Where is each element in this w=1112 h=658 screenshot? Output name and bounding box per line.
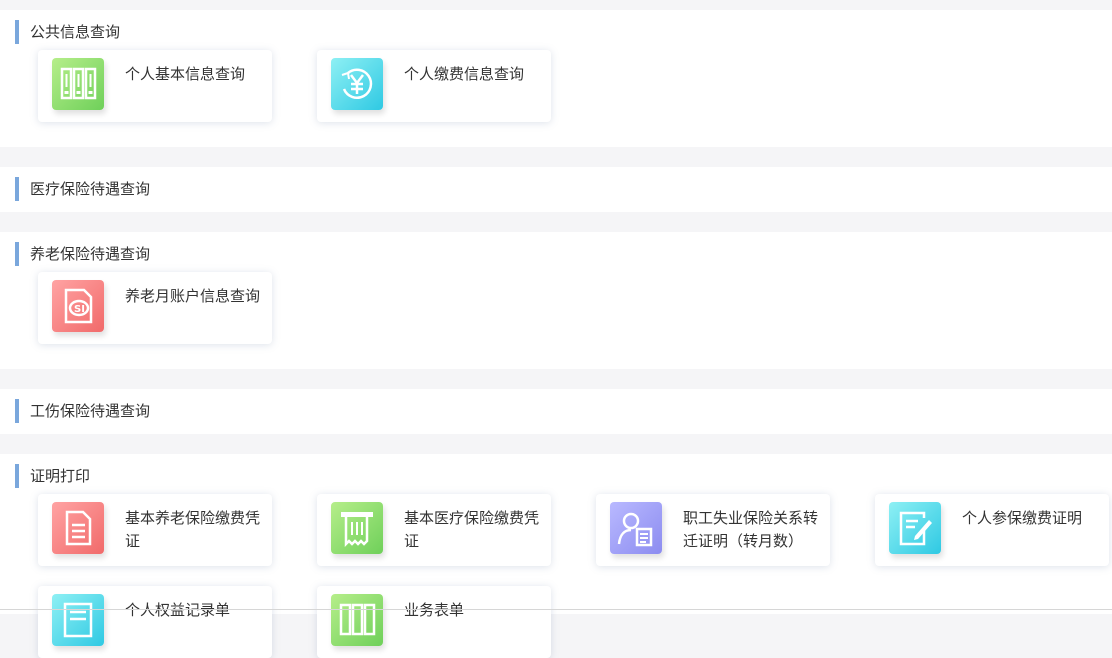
card-label: 个人权益记录单 — [125, 601, 231, 619]
card-label: 基本医疗保险缴费凭证 — [404, 509, 540, 550]
user-document-icon — [610, 502, 662, 554]
edit-icon — [889, 502, 941, 554]
card-unemployment-transfer-certificate[interactable]: 职工失业保险关系转迁证明（转月数） — [596, 494, 830, 566]
card-personal-basic-info[interactable]: 个人基本信息查询 — [38, 50, 272, 122]
record-icon — [52, 594, 104, 646]
receipt-icon — [331, 502, 383, 554]
card-label: 基本养老保险缴费凭证 — [125, 509, 261, 550]
section-certificate-print: 证明打印 基本养老保险缴费凭证 基本医疗保险缴费凭证 职工失业保险关系转迁证明（… — [0, 454, 1112, 658]
card-label: 职工失业保险关系转迁证明（转月数） — [683, 509, 819, 550]
si-document-icon: SI — [52, 280, 104, 332]
card-label: 养老月账户信息查询 — [125, 287, 261, 305]
card-medical-payment-voucher[interactable]: 基本医疗保险缴费凭证 — [317, 494, 551, 566]
card-pension-payment-voucher[interactable]: 基本养老保险缴费凭证 — [38, 494, 272, 566]
card-personal-rights-record[interactable]: 个人权益记录单 — [38, 586, 272, 658]
card-label: 个人基本信息查询 — [125, 65, 246, 83]
section-title-certificate-print: 证明打印 — [15, 464, 90, 488]
section-title-injury-benefits[interactable]: 工伤保险待遇查询 — [15, 399, 150, 423]
card-personal-insurance-certificate[interactable]: 个人参保缴费证明 — [875, 494, 1109, 566]
svg-text:SI: SI — [74, 304, 85, 315]
section-title-medical-benefits[interactable]: 医疗保险待遇查询 — [15, 177, 150, 201]
section-title-pension-benefits: 养老保险待遇查询 — [15, 242, 150, 266]
cabinet-icon — [52, 58, 104, 110]
card-personal-payment-info[interactable]: 个人缴费信息查询 — [317, 50, 551, 122]
card-label: 业务表单 — [404, 601, 465, 619]
section-pension-benefits: 养老保险待遇查询 SI 养老月账户信息查询 — [0, 232, 1112, 369]
card-label: 个人缴费信息查询 — [404, 65, 525, 83]
section-public-info: 公共信息查询 个人基本信息查询 个人缴费信息查询 — [0, 10, 1112, 147]
viewport-bottom-divider — [0, 609, 1112, 610]
form-icon — [331, 594, 383, 646]
card-pension-monthly-account[interactable]: SI 养老月账户信息查询 — [38, 272, 272, 344]
yen-icon — [331, 58, 383, 110]
section-title-public-info: 公共信息查询 — [15, 20, 120, 44]
card-label: 个人参保缴费证明 — [962, 509, 1083, 527]
section-medical-benefits: 医疗保险待遇查询 — [0, 167, 1112, 212]
document-icon — [52, 502, 104, 554]
section-injury-benefits: 工伤保险待遇查询 — [0, 389, 1112, 434]
card-business-form[interactable]: 业务表单 — [317, 586, 551, 658]
